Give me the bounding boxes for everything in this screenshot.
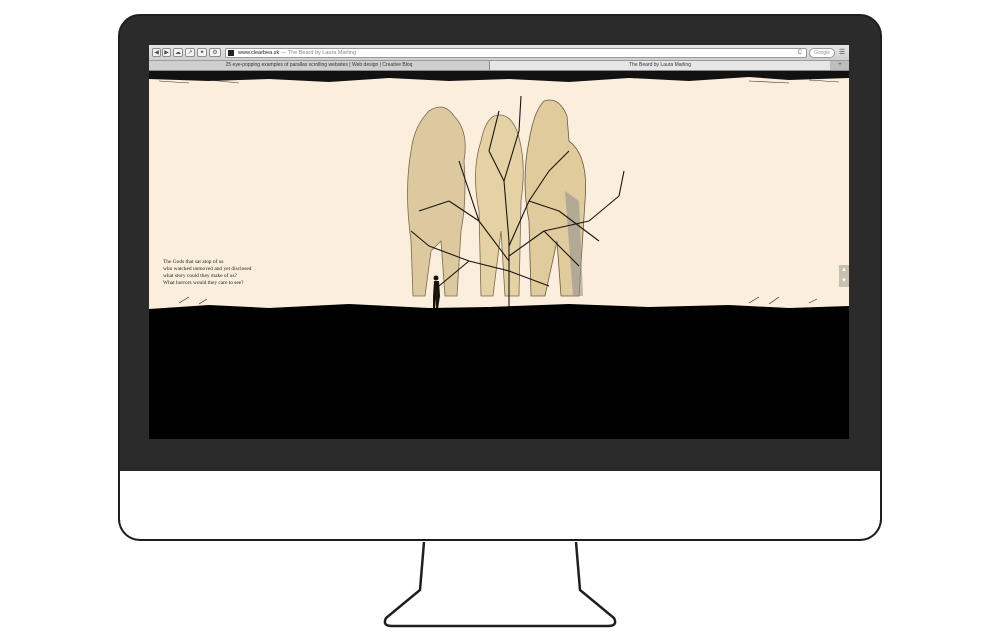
screen: ◀ ▶ ☁ ↗ ✦ ⚙ www.clearbea.sk — The Beard … bbox=[149, 45, 849, 439]
monitor-stand bbox=[383, 541, 617, 628]
poem-text: The Gods that sat atop of us who watched… bbox=[163, 259, 251, 287]
reader-icon[interactable]: ✦ bbox=[197, 48, 207, 57]
tab-bar: 25 eye-popping examples of parallax scro… bbox=[149, 61, 849, 71]
site-favicon-icon bbox=[228, 50, 234, 56]
scroll-down-button[interactable]: ▼ bbox=[839, 276, 849, 287]
scroll-up-button[interactable]: ▲ bbox=[839, 265, 849, 276]
tab-creative-bloq[interactable]: 25 eye-popping examples of parallax scro… bbox=[149, 61, 490, 70]
cloud-icon[interactable]: ☁ bbox=[173, 48, 183, 57]
illustration-scene bbox=[149, 71, 849, 317]
poem-line: What horrors would they care to see? bbox=[163, 280, 244, 286]
reload-button[interactable]: C bbox=[798, 49, 802, 58]
search-field[interactable]: Google bbox=[809, 48, 835, 58]
address-bar[interactable]: www.clearbea.sk — The Beard by Laura Mar… bbox=[225, 48, 807, 58]
new-tab-button[interactable]: + bbox=[831, 61, 849, 70]
poem-line: The Gods that sat atop of us bbox=[163, 259, 224, 265]
menu-icon[interactable]: ☰ bbox=[838, 48, 846, 57]
poem-line: what story could they make of us? bbox=[163, 273, 237, 279]
extension-icon[interactable]: ⚙ bbox=[209, 48, 221, 57]
url-text: www.clearbea.sk bbox=[238, 50, 280, 56]
monitor-chin bbox=[118, 471, 882, 541]
page-title: The Beard by Laura Marling bbox=[287, 50, 356, 56]
back-button[interactable]: ◀ bbox=[152, 48, 161, 57]
page-content: The Gods that sat atop of us who watched… bbox=[149, 71, 849, 439]
poem-line: who watched unmoved and yet disclosed bbox=[163, 266, 252, 272]
share-icon[interactable]: ↗ bbox=[185, 48, 195, 57]
tab-the-beard[interactable]: The Beard by Laura Marling bbox=[490, 61, 830, 70]
browser-toolbar: ◀ ▶ ☁ ↗ ✦ ⚙ www.clearbea.sk — The Beard … bbox=[149, 45, 849, 61]
forward-button[interactable]: ▶ bbox=[162, 48, 171, 57]
scroll-control: ▲ ▼ bbox=[839, 265, 849, 287]
